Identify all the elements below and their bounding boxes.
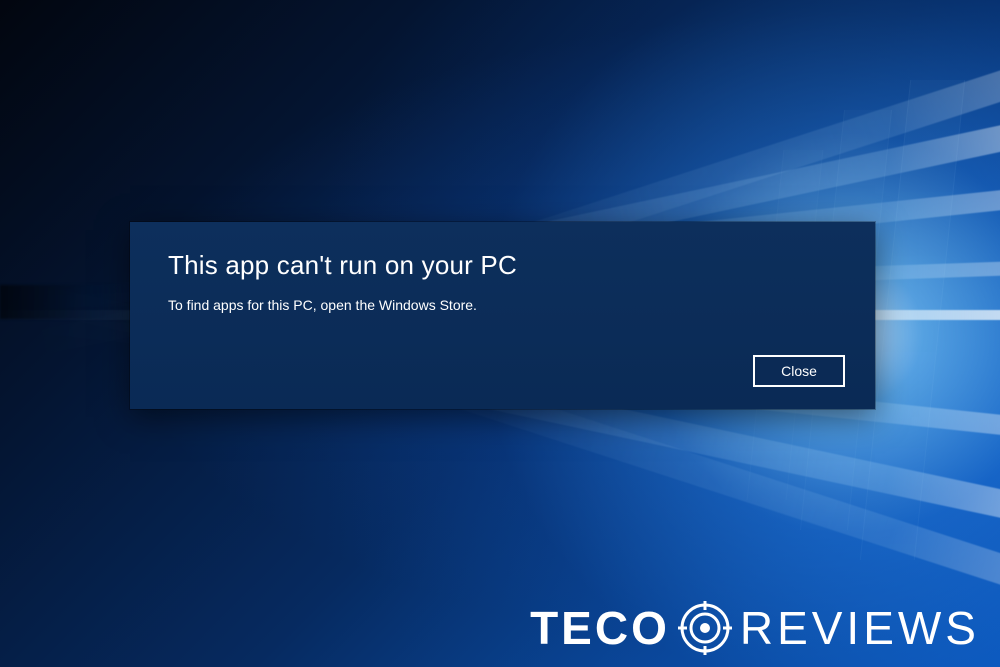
shadow-bar (0, 285, 130, 319)
watermark-brand-light: REVIEWS (740, 601, 980, 655)
watermark: TECO REVIEWS (530, 601, 980, 655)
dialog-actions: Close (753, 355, 845, 387)
close-button[interactable]: Close (753, 355, 845, 387)
target-icon (678, 601, 732, 655)
light-pane (860, 80, 965, 560)
watermark-brand-bold: TECO (530, 602, 670, 654)
dialog-title: This app can't run on your PC (168, 250, 837, 281)
desktop-background: This app can't run on your PC To find ap… (0, 0, 1000, 667)
watermark-text: TECO (530, 601, 670, 655)
error-dialog: This app can't run on your PC To find ap… (130, 222, 875, 409)
dialog-message: To find apps for this PC, open the Windo… (168, 297, 837, 313)
